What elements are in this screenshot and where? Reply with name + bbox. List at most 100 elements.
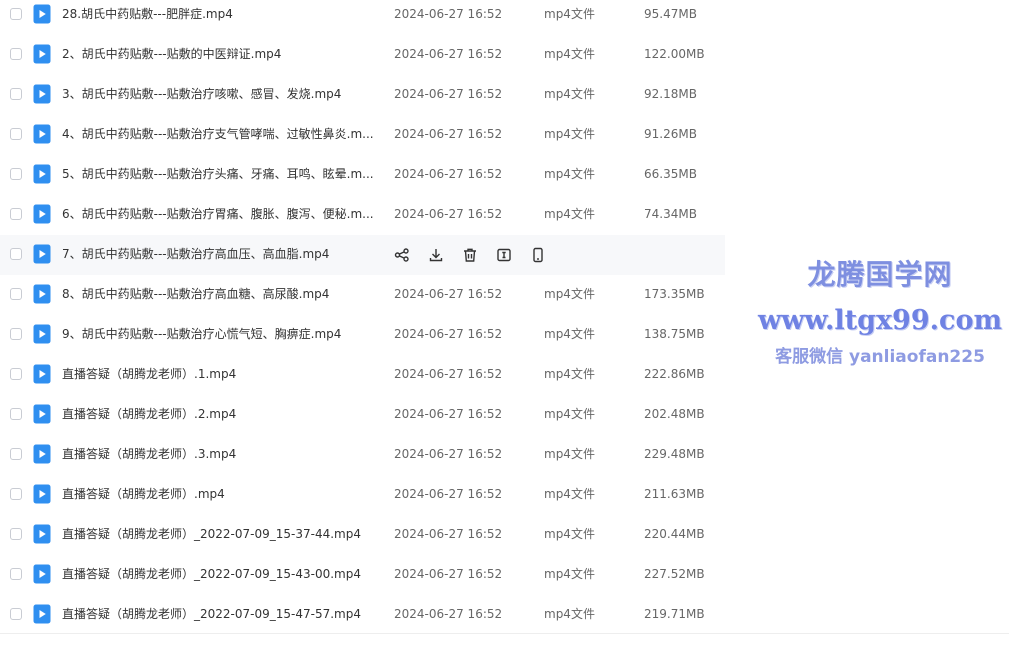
file-type: mp4文件	[544, 447, 595, 461]
video-file-icon[interactable]	[33, 204, 51, 224]
row-checkbox[interactable]	[10, 88, 22, 100]
video-file-icon[interactable]	[33, 284, 51, 304]
file-type: mp4文件	[544, 87, 595, 101]
watermark: 龙腾国学网 www.ltgx99.com 客服微信 yanliaofan225	[755, 255, 1005, 371]
file-size: 229.48MB	[644, 447, 705, 461]
row-checkbox[interactable]	[10, 248, 22, 260]
watermark-url: www.ltgx99.com	[757, 305, 1003, 336]
file-type: mp4文件	[544, 167, 595, 181]
row-checkbox[interactable]	[10, 408, 22, 420]
file-name[interactable]: 5、胡氏中药贴敷---贴敷治疗头痛、牙痛、耳鸣、眩晕.m...	[62, 166, 374, 182]
file-name[interactable]: 直播答疑（胡腾龙老师）_2022-07-09_15-43-00.mp4	[62, 566, 361, 582]
file-modified-date: 2024-06-27 16:52	[394, 207, 503, 221]
video-file-icon[interactable]	[33, 324, 51, 344]
video-file-icon[interactable]	[33, 404, 51, 424]
file-name[interactable]: 3、胡氏中药贴敷---贴敷治疗咳嗽、感冒、发烧.mp4	[62, 86, 341, 102]
table-row[interactable]: 直播答疑（胡腾龙老师）_2022-07-09_15-47-57.mp4 2024-…	[0, 595, 725, 635]
file-modified-date: 2024-06-27 16:52	[394, 47, 503, 61]
file-size: 222.86MB	[644, 367, 705, 381]
video-file-icon[interactable]	[33, 564, 51, 584]
row-checkbox[interactable]	[10, 448, 22, 460]
file-name[interactable]: 28.胡氏中药贴敷---肥胖症.mp4	[62, 6, 233, 22]
share-icon[interactable]	[393, 246, 411, 264]
video-file-icon[interactable]	[33, 444, 51, 464]
file-name[interactable]: 直播答疑（胡腾龙老师）.mp4	[62, 486, 225, 502]
file-type: mp4文件	[544, 407, 595, 421]
row-checkbox[interactable]	[10, 368, 22, 380]
video-file-icon[interactable]	[33, 484, 51, 504]
table-row[interactable]: 直播答疑（胡腾龙老师）.2.mp4 2024-06-27 16:52 mp4文件 20…	[0, 395, 725, 435]
video-file-icon[interactable]	[33, 524, 51, 544]
file-type: mp4文件	[544, 367, 595, 381]
rename-icon[interactable]	[495, 246, 513, 264]
file-modified-date: 2024-06-27 16:52	[394, 7, 503, 21]
row-checkbox[interactable]	[10, 48, 22, 60]
file-size: 74.34MB	[644, 207, 697, 221]
file-type: mp4文件	[544, 287, 595, 301]
file-size: 173.35MB	[644, 287, 705, 301]
file-modified-date: 2024-06-27 16:52	[394, 487, 503, 501]
delete-icon[interactable]	[461, 246, 479, 264]
table-row[interactable]: 3、胡氏中药贴敷---贴敷治疗咳嗽、感冒、发烧.mp4 2024-06-27 16…	[0, 75, 725, 115]
row-checkbox[interactable]	[10, 288, 22, 300]
file-type: mp4文件	[544, 207, 595, 221]
file-size: 202.48MB	[644, 407, 705, 421]
row-checkbox[interactable]	[10, 568, 22, 580]
video-file-icon[interactable]	[33, 124, 51, 144]
table-row[interactable]: 直播答疑（胡腾龙老师）.1.mp4 2024-06-27 16:52 mp4文件 22…	[0, 355, 725, 395]
row-checkbox[interactable]	[10, 608, 22, 620]
file-name[interactable]: 直播答疑（胡腾龙老师）.3.mp4	[62, 446, 236, 462]
table-row[interactable]: 28.胡氏中药贴敷---肥胖症.mp4 2024-06-27 16:52 mp4文件…	[0, 0, 725, 35]
file-size: 220.44MB	[644, 527, 705, 541]
file-name[interactable]: 直播答疑（胡腾龙老师）_2022-07-09_15-47-57.mp4	[62, 606, 361, 622]
file-type: mp4文件	[544, 127, 595, 141]
row-checkbox[interactable]	[10, 488, 22, 500]
file-size: 122.00MB	[644, 47, 705, 61]
file-type: mp4文件	[544, 327, 595, 341]
file-name[interactable]: 7、胡氏中药贴敷---贴敷治疗高血压、高血脂.mp4	[62, 246, 329, 262]
row-checkbox[interactable]	[10, 208, 22, 220]
file-size: 219.71MB	[644, 607, 705, 621]
table-row[interactable]: 直播答疑（胡腾龙老师）_2022-07-09_15-43-00.mp4 2024-…	[0, 555, 725, 595]
file-size: 227.52MB	[644, 567, 705, 581]
video-file-icon[interactable]	[33, 44, 51, 64]
file-size: 91.26MB	[644, 127, 697, 141]
file-modified-date: 2024-06-27 16:52	[394, 287, 503, 301]
video-file-icon[interactable]	[33, 364, 51, 384]
file-type: mp4文件	[544, 47, 595, 61]
table-row[interactable]: 8、胡氏中药贴敷---贴敷治疗高血糖、高尿酸.mp4 2024-06-27 16:…	[0, 275, 725, 315]
row-checkbox[interactable]	[10, 168, 22, 180]
phone-icon[interactable]	[529, 246, 547, 264]
file-name[interactable]: 8、胡氏中药贴敷---贴敷治疗高血糖、高尿酸.mp4	[62, 286, 329, 302]
table-row[interactable]: 5、胡氏中药贴敷---贴敷治疗头痛、牙痛、耳鸣、眩晕.m... 2024-06-2…	[0, 155, 725, 195]
file-name[interactable]: 4、胡氏中药贴敷---贴敷治疗支气管哮喘、过敏性鼻炎.m...	[62, 126, 374, 142]
file-name[interactable]: 2、胡氏中药贴敷---贴敷的中医辩证.mp4	[62, 46, 281, 62]
file-name[interactable]: 直播答疑（胡腾龙老师）.1.mp4	[62, 366, 236, 382]
watermark-title: 龙腾国学网	[807, 258, 953, 291]
table-row[interactable]: 7、胡氏中药贴敷---贴敷治疗高血压、高血脂.mp4	[0, 235, 725, 275]
row-checkbox[interactable]	[10, 328, 22, 340]
video-file-icon[interactable]	[33, 604, 51, 624]
table-row[interactable]: 9、胡氏中药贴敷---贴敷治疗心慌气短、胸痹症.mp4 2024-06-27 16…	[0, 315, 725, 355]
row-checkbox[interactable]	[10, 128, 22, 140]
file-modified-date: 2024-06-27 16:52	[394, 167, 503, 181]
table-row[interactable]: 2、胡氏中药贴敷---贴敷的中医辩证.mp4 2024-06-27 16:52 mp…	[0, 35, 725, 75]
table-row[interactable]: 6、胡氏中药贴敷---贴敷治疗胃痛、腹胀、腹泻、便秘.m... 2024-06-2…	[0, 195, 725, 235]
video-file-icon[interactable]	[33, 244, 51, 264]
file-modified-date: 2024-06-27 16:52	[394, 87, 503, 101]
video-file-icon[interactable]	[33, 84, 51, 104]
table-row[interactable]: 直播答疑（胡腾龙老师）.mp4 2024-06-27 16:52 mp4文件 211.…	[0, 475, 725, 515]
table-row[interactable]: 直播答疑（胡腾龙老师）.3.mp4 2024-06-27 16:52 mp4文件 22…	[0, 435, 725, 475]
file-name[interactable]: 9、胡氏中药贴敷---贴敷治疗心慌气短、胸痹症.mp4	[62, 326, 341, 342]
download-icon[interactable]	[427, 246, 445, 264]
row-checkbox[interactable]	[10, 528, 22, 540]
file-name[interactable]: 直播答疑（胡腾龙老师）.2.mp4	[62, 406, 236, 422]
video-file-icon[interactable]	[33, 164, 51, 184]
file-name[interactable]: 直播答疑（胡腾龙老师）_2022-07-09_15-37-44.mp4	[62, 526, 361, 542]
file-size: 211.63MB	[644, 487, 705, 501]
table-row[interactable]: 4、胡氏中药贴敷---贴敷治疗支气管哮喘、过敏性鼻炎.m... 2024-06-2…	[0, 115, 725, 155]
video-file-icon[interactable]	[33, 4, 51, 24]
file-name[interactable]: 6、胡氏中药贴敷---贴敷治疗胃痛、腹胀、腹泻、便秘.m...	[62, 206, 374, 222]
table-row[interactable]: 直播答疑（胡腾龙老师）_2022-07-09_15-37-44.mp4 2024-…	[0, 515, 725, 555]
row-checkbox[interactable]	[10, 8, 22, 20]
